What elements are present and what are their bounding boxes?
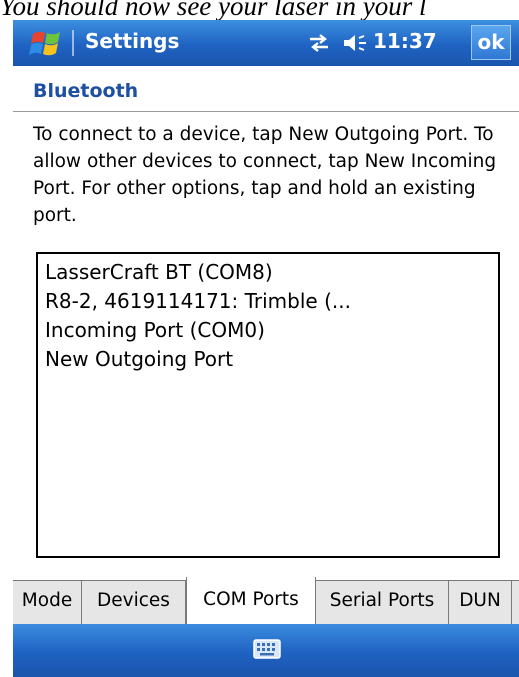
header-divider [13,111,519,112]
list-item-new-outgoing-port[interactable]: New Outgoing Port [45,345,498,374]
window-title: Settings [85,29,180,53]
keyboard-icon[interactable] [253,638,281,660]
speaker-volume-icon[interactable] [342,31,368,55]
connectivity-arrows-icon[interactable] [307,33,331,53]
pocket-pc-screen: Settings 11:37 ok Bluetooth To connect t… [13,20,519,677]
list-item-trimble-port[interactable]: R8-2, 4619114171: Trimble (... [45,287,498,316]
port-list[interactable]: LasserCraft BT (COM8) R8-2, 4619114171: … [36,252,500,558]
clock[interactable]: 11:37 [373,29,437,53]
tab-dun[interactable]: DUN [449,581,512,624]
tab-serial-ports[interactable]: Serial Ports [316,581,449,624]
tab-com-ports[interactable]: COM Ports [186,577,316,625]
title-bar: Settings 11:37 ok [13,20,519,66]
ok-button[interactable]: ok [471,25,511,60]
softkey-bar [13,624,519,677]
tab-mode[interactable]: Mode [13,581,82,624]
tab-bar: Mode Devices COM Ports Serial Ports DUN [13,577,519,625]
instructions-text: To connect to a device, tap New Outgoing… [33,124,497,226]
page-title: Bluetooth [33,80,139,102]
list-item-incoming-port[interactable]: Incoming Port (COM0) [45,316,498,345]
list-item-lassercraft-port[interactable]: LasserCraft BT (COM8) [45,258,498,287]
title-separator [72,30,74,56]
tab-devices[interactable]: Devices [82,581,186,624]
windows-flag-icon[interactable] [27,24,67,62]
